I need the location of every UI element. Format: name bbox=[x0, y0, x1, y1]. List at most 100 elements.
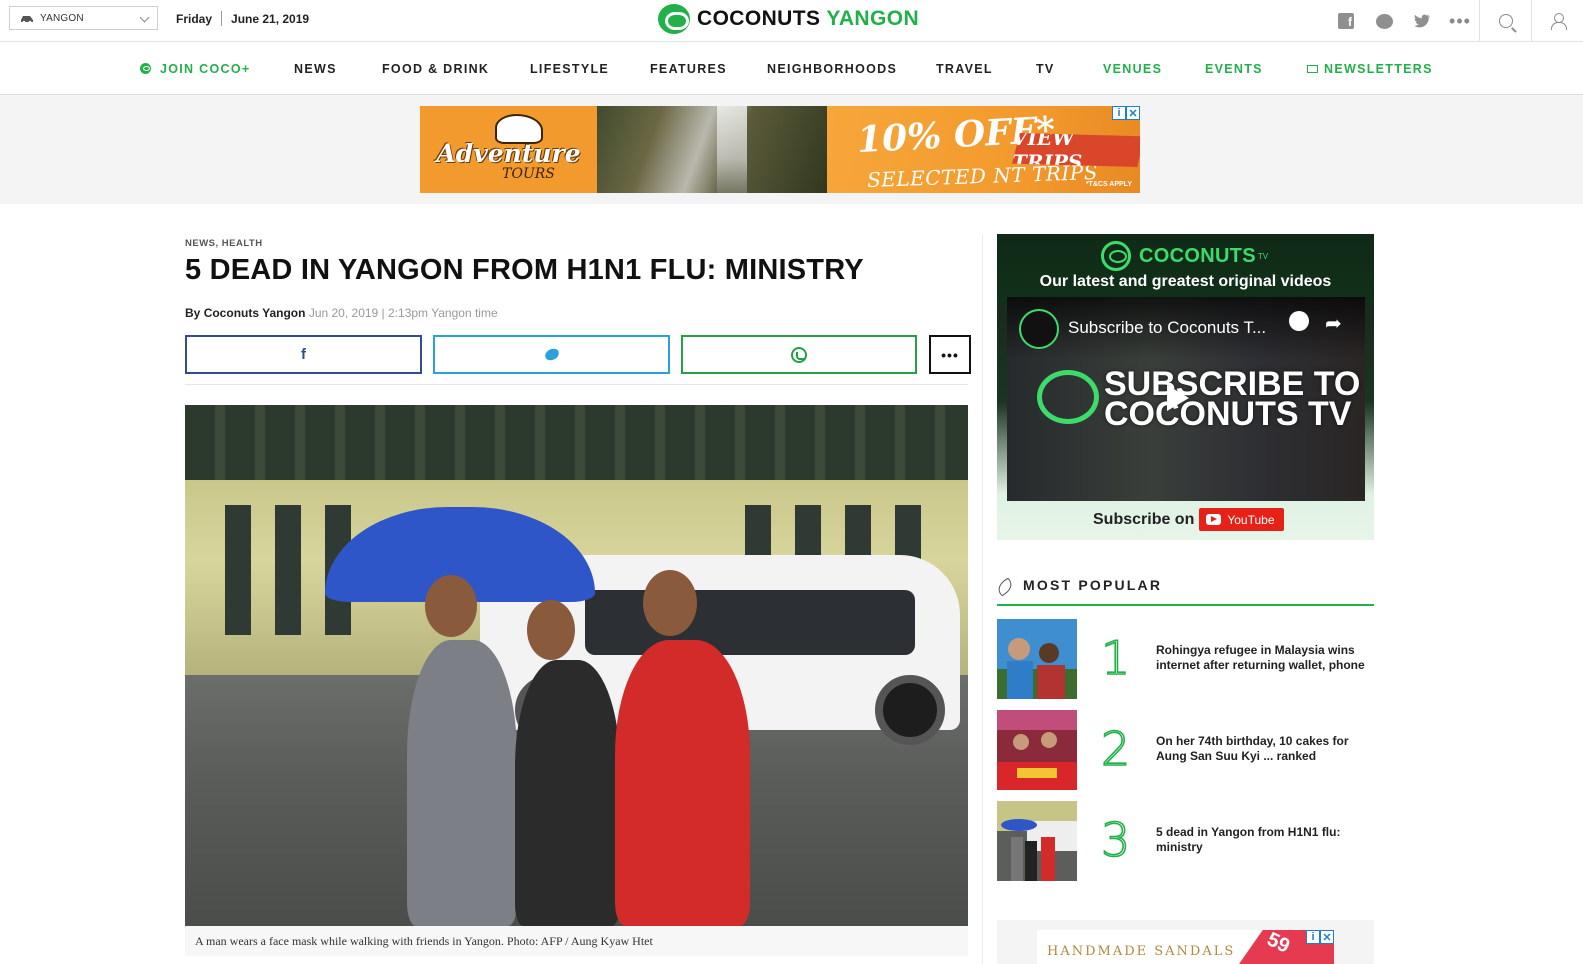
popular-thumbnail[interactable] bbox=[997, 710, 1077, 790]
youtube-subscribe-button[interactable]: YouTube bbox=[1199, 508, 1284, 531]
close-icon[interactable]: ✕ bbox=[1320, 930, 1334, 944]
ad-choices[interactable]: i ✕ bbox=[1306, 930, 1334, 944]
column-divider bbox=[982, 234, 983, 964]
messenger-icon bbox=[1375, 13, 1393, 29]
popular-title[interactable]: On her 74th birthday, 10 cakes for Aung … bbox=[1156, 734, 1371, 764]
share-twitter-button[interactable] bbox=[433, 335, 670, 374]
hat-icon bbox=[495, 114, 543, 144]
popular-item[interactable]: 3 5 dead in Yangon from H1N1 flu: minist… bbox=[997, 801, 1374, 881]
popular-item[interactable]: 1 Rohingya refugee in Malaysia wins inte… bbox=[997, 619, 1374, 699]
article-timestamp: Jun 20, 2019 | 2:13pm Yangon time bbox=[308, 306, 498, 320]
main-nav: JOIN COCO+ NEWS FOOD & DRINK LIFESTYLE F… bbox=[0, 42, 1583, 95]
most-popular-header: MOST POPULAR bbox=[995, 577, 1374, 606]
coco-icon bbox=[140, 63, 151, 74]
ad-offer: 10% OFF* SELECTED NT TRIPS VIEW TRIPS *T… bbox=[827, 106, 1140, 193]
view-trips-button[interactable]: VIEW TRIPS bbox=[1012, 133, 1140, 167]
user-icon bbox=[1550, 13, 1567, 30]
popular-thumbnail[interactable] bbox=[997, 619, 1077, 699]
city-label: YANGON bbox=[40, 12, 84, 24]
divider bbox=[185, 384, 968, 385]
adventure-tours-ad[interactable]: Adventure TOURS 10% OFF* SELECTED NT TRI… bbox=[420, 106, 1140, 193]
popular-rank: 3 bbox=[1100, 813, 1131, 867]
nav-item-newsletters[interactable]: NEWSLETTERS bbox=[1307, 62, 1433, 76]
subscribe-label: Subscribe on bbox=[1093, 510, 1195, 528]
search-icon bbox=[1498, 14, 1513, 28]
ad-band: Adventure TOURS 10% OFF* SELECTED NT TRI… bbox=[0, 95, 1583, 204]
image-caption: A man wears a face mask while walking wi… bbox=[195, 934, 653, 948]
popular-title[interactable]: Rohingya refugee in Malaysia wins intern… bbox=[1156, 643, 1371, 673]
ad-waterfall-photo bbox=[597, 106, 827, 193]
most-popular-title: MOST POPULAR bbox=[1023, 577, 1163, 593]
video-player[interactable]: Subscribe to Coconuts T... ➦ SUBSCRIBE T… bbox=[1007, 297, 1365, 501]
play-icon[interactable] bbox=[1167, 385, 1189, 411]
video-overlay-text: SUBSCRIBE TO COCONUTS TV bbox=[1104, 365, 1361, 433]
top-bar: YANGON Friday June 21, 2019 COCONUTS YANG… bbox=[0, 0, 1583, 42]
byline-prefix: By bbox=[185, 306, 201, 320]
messenger-link[interactable] bbox=[1365, 0, 1403, 42]
nav-item-neighborhoods[interactable]: NEIGHBORHOODS bbox=[767, 62, 897, 76]
more-icon: ••• bbox=[1449, 10, 1471, 31]
coconut-logo-icon bbox=[658, 4, 690, 34]
tv-brand-sup: TV bbox=[1257, 251, 1269, 261]
tv-brand: COCONUTS bbox=[1139, 244, 1256, 267]
video-title[interactable]: Subscribe to Coconuts T... bbox=[1068, 318, 1266, 338]
facebook-icon: f bbox=[301, 346, 306, 363]
account-button[interactable] bbox=[1531, 0, 1583, 42]
ad-choices[interactable]: i ✕ bbox=[1112, 106, 1140, 120]
facebook-link[interactable]: f bbox=[1327, 0, 1365, 42]
twitter-icon bbox=[1413, 14, 1430, 28]
nav-item-venues[interactable]: VENUES bbox=[1103, 62, 1162, 76]
sandals-ad[interactable]: HANDMADE SANDALS 59 i ✕ bbox=[1037, 930, 1334, 964]
info-icon: i bbox=[1112, 106, 1126, 120]
nav-item-tv[interactable]: TV bbox=[1036, 62, 1055, 76]
day-label: Friday bbox=[176, 11, 213, 26]
share-more-button[interactable]: ••• bbox=[929, 335, 971, 374]
nav-item-events[interactable]: EVENTS bbox=[1205, 62, 1263, 76]
nav-join-coco[interactable]: JOIN COCO+ bbox=[140, 62, 250, 76]
search-button[interactable] bbox=[1479, 0, 1531, 42]
article-hero-image[interactable] bbox=[185, 405, 968, 926]
ad-terms: *T&CS APPLY bbox=[1085, 181, 1132, 188]
nav-item-travel[interactable]: TRAVEL bbox=[936, 62, 993, 76]
logo-wordmark: COCONUTS YANGON bbox=[697, 7, 920, 30]
more-link[interactable]: ••• bbox=[1441, 0, 1479, 42]
date-divider bbox=[221, 11, 223, 26]
author-name[interactable]: Coconuts Yangon bbox=[204, 306, 306, 320]
popular-title[interactable]: 5 dead in Yangon from H1N1 flu: ministry bbox=[1156, 825, 1371, 855]
share-facebook-button[interactable]: f bbox=[185, 335, 422, 374]
ad-text: HANDMADE SANDALS bbox=[1047, 944, 1236, 959]
rocket-icon bbox=[995, 577, 1015, 597]
tv-header: COCONUTS TV Our latest and greatest origi… bbox=[997, 234, 1374, 304]
city-selector[interactable]: YANGON bbox=[9, 6, 158, 30]
coconut-logo-icon bbox=[1101, 241, 1131, 271]
chevron-down-icon bbox=[139, 12, 150, 23]
subscribe-row: Subscribe on YouTube bbox=[1093, 508, 1284, 531]
article-categories[interactable]: NEWS, HEALTH bbox=[185, 238, 263, 249]
channel-avatar[interactable] bbox=[1019, 309, 1059, 349]
nav-item-news[interactable]: NEWS bbox=[294, 62, 337, 76]
twitter-icon bbox=[543, 347, 560, 362]
coconuts-tv-logo-icon bbox=[1037, 370, 1099, 424]
popular-item[interactable]: 2 On her 74th birthday, 10 cakes for Aun… bbox=[997, 710, 1374, 790]
whatsapp-icon bbox=[791, 346, 807, 363]
mail-icon bbox=[1307, 65, 1318, 73]
share-whatsapp-button[interactable] bbox=[681, 335, 917, 374]
site-logo[interactable]: COCONUTS YANGON bbox=[658, 4, 919, 34]
sidebar-ad-band: HANDMADE SANDALS 59 i ✕ bbox=[997, 920, 1374, 964]
current-date: Friday June 21, 2019 bbox=[176, 11, 309, 26]
twitter-link[interactable] bbox=[1403, 0, 1441, 42]
watch-later-icon[interactable] bbox=[1289, 311, 1309, 331]
popular-rank: 2 bbox=[1100, 722, 1131, 776]
tv-tagline: Our latest and greatest original videos bbox=[1039, 273, 1332, 290]
youtube-icon bbox=[1206, 514, 1222, 525]
article-headline: 5 DEAD IN YANGON FROM H1N1 FLU: MINISTRY bbox=[185, 254, 864, 286]
nav-item-lifestyle[interactable]: LIFESTYLE bbox=[530, 62, 609, 76]
nav-item-features[interactable]: FEATURES bbox=[650, 62, 727, 76]
car-icon bbox=[20, 14, 34, 23]
share-icon[interactable]: ➦ bbox=[1325, 311, 1342, 336]
ad-brand-logo: Adventure TOURS bbox=[420, 106, 597, 193]
popular-thumbnail[interactable] bbox=[997, 801, 1077, 881]
top-icons: f ••• bbox=[1327, 0, 1583, 42]
close-icon[interactable]: ✕ bbox=[1126, 106, 1140, 120]
nav-item-food-drink[interactable]: FOOD & DRINK bbox=[382, 62, 489, 76]
